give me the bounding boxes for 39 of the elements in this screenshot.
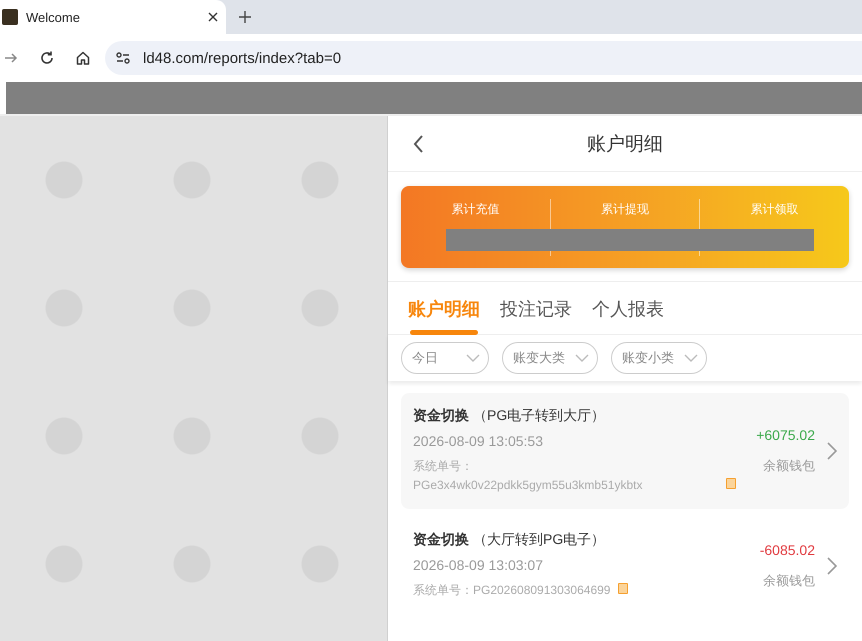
address-bar[interactable]: ld48.com/reports/index?tab=0 — [105, 41, 862, 75]
active-tab-indicator — [410, 330, 478, 335]
back-icon[interactable] — [412, 134, 424, 154]
chevron-down-icon — [684, 354, 698, 362]
chevron-down-icon — [575, 354, 589, 362]
filter-dropdown[interactable]: 账变大类 — [502, 342, 598, 374]
close-icon[interactable] — [208, 12, 218, 22]
transaction-row[interactable]: 资金切换 （PG电子转到大厅） 2026-08-09 13:05:53 系统单号：PGe3x4wk0v22pdkk5gym55u3kmb51ykbtx +6075.02 余额钱包 — [401, 393, 849, 509]
chevron-right-icon — [827, 442, 837, 460]
filter-dropdown[interactable]: 今日 — [401, 342, 489, 374]
transaction-type: 资金切换 — [413, 407, 469, 425]
tab[interactable]: 投注记录 — [500, 297, 572, 335]
transaction-amount: +6075.02 — [756, 427, 815, 443]
new-tab-icon[interactable] — [239, 11, 251, 23]
page-title: 账户明细 — [587, 132, 663, 156]
stat-label: 累计领取 — [750, 201, 799, 218]
browser-tab[interactable]: Welcome — [0, 0, 226, 34]
wallet-label: 余额钱包 — [763, 572, 815, 590]
transaction-type: 资金切换 — [413, 531, 469, 549]
chevron-down-icon — [466, 354, 480, 362]
transaction-time: 2026-08-09 13:05:53 — [413, 433, 544, 449]
tab[interactable]: 个人报表 — [592, 297, 664, 335]
order-number: 系统单号：PG202608091303064699 — [413, 582, 610, 599]
site-favicon-icon — [2, 9, 18, 25]
tab-title: Welcome — [26, 10, 81, 24]
stat-label: 累计提现 — [601, 201, 649, 218]
reload-icon[interactable] — [39, 50, 55, 66]
order-number: 系统单号：PGe3x4wk0v22pdkk5gym55u3kmb51ykbtx — [413, 458, 644, 494]
wallet-label: 余额钱包 — [763, 457, 815, 475]
chevron-right-icon — [827, 556, 837, 574]
stat-label: 累计充值 — [451, 201, 500, 218]
transaction-amount: -6085.02 — [760, 542, 815, 558]
site-settings-icon[interactable] — [115, 50, 131, 66]
home-icon[interactable] — [75, 50, 91, 66]
url-text: ld48.com/reports/index?tab=0 — [143, 50, 342, 66]
transaction-detail: （PG电子转到大厅） — [473, 407, 606, 425]
transaction-detail: （大厅转到PG电子） — [473, 531, 606, 549]
transaction-time: 2026-08-09 13:03:07 — [413, 557, 544, 573]
filter-dropdown[interactable]: 账变小类 — [611, 342, 707, 374]
